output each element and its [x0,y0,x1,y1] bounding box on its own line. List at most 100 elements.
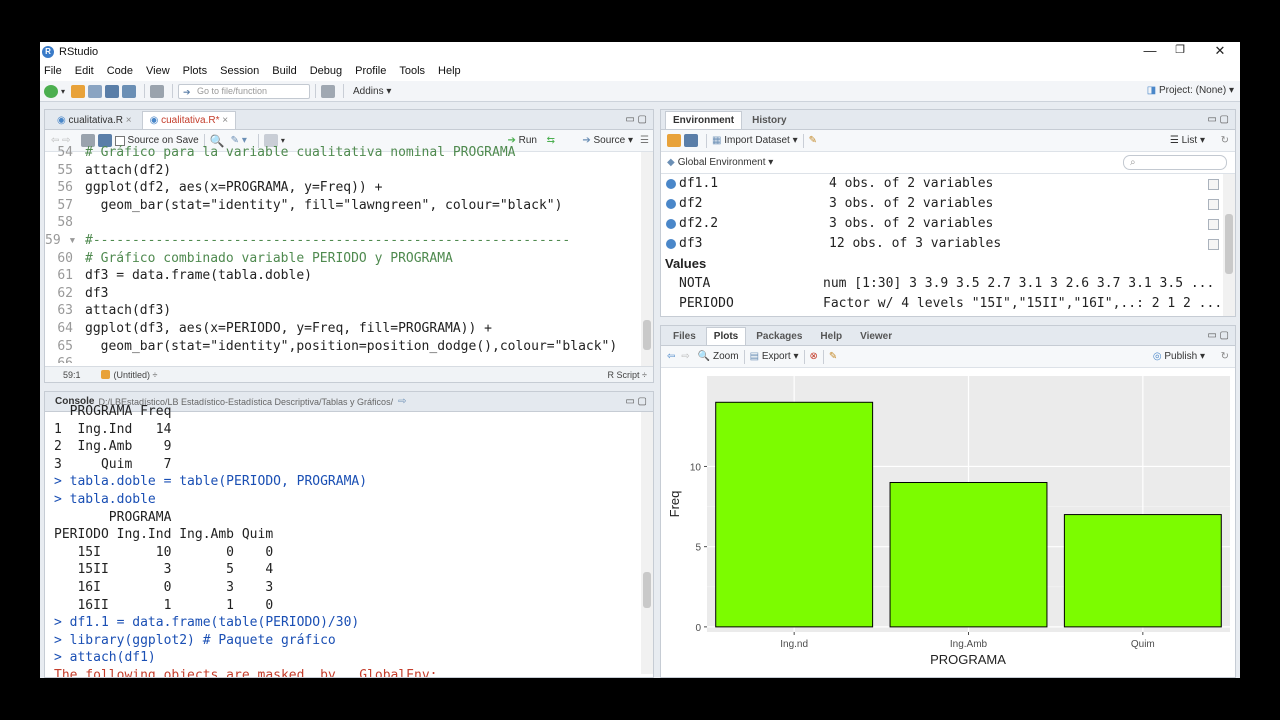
previous-plot-icon[interactable]: ⇦ [667,351,675,362]
menu-profile[interactable]: Profile [355,65,386,77]
export-button[interactable]: ▤ Export ▾ [750,351,799,362]
code-line: 56 ggplot(df2, aes(x=PROGRAMA, y=Freq)) + [45,179,653,197]
console-line: 16II 1 1 0 [54,597,274,613]
environment-search-input[interactable]: ⌕ [1123,155,1227,170]
menu-edit[interactable]: Edit [75,65,94,77]
editor-minmax-icon[interactable]: ▭ ▢ [625,114,647,125]
expand-icon[interactable] [666,179,676,189]
menu-tools[interactable]: Tools [399,65,425,77]
code-line: 62 df3 [45,285,653,303]
close-button[interactable]: ✕ [1200,42,1240,59]
new-project-icon[interactable] [71,84,86,98]
env-data-row[interactable]: df3 12 obs. of 3 variables [661,234,1235,254]
menu-session[interactable]: Session [220,65,259,77]
line-number: 61 [57,268,73,284]
plots-minmax-icon[interactable]: ▭ ▢ [1207,330,1229,341]
global-env-selector[interactable]: Global Environment ▾ [678,157,774,168]
menu-code[interactable]: Code [107,65,133,77]
scope-selector[interactable]: (Untitled) ÷ [114,370,158,380]
broom-icon[interactable]: ✎ [829,351,837,362]
zoom-button[interactable]: 🔍 Zoom [698,351,739,362]
restore-button[interactable]: ❐ [1160,42,1200,59]
console-line: > attach(df1) [54,650,156,666]
env-data-row[interactable]: df1.1 4 obs. of 2 variables [661,174,1235,194]
view-mode-selector[interactable]: ☰ List ▾ [1170,135,1205,146]
r-file-icon: ◉ [149,115,159,126]
r-file-icon: ◉ [57,115,66,126]
remove-plot-icon[interactable]: ⊗ [810,351,818,362]
tab-close-icon[interactable]: × [126,115,132,126]
tab-plots[interactable]: Plots [705,327,747,345]
menu-debug[interactable]: Debug [310,65,342,77]
publish-button[interactable]: ◎ Publish ▾ [1153,351,1205,362]
load-workspace-icon[interactable] [667,134,681,147]
tab-packages[interactable]: Packages [748,327,810,345]
env-data-row[interactable]: df2 3 obs. of 2 variables [661,194,1235,214]
env-value-row[interactable]: PERIODO Factor w/ 4 levels "15I","15II","… [661,294,1235,314]
environment-scroll-thumb[interactable] [1225,214,1233,274]
broom-icon[interactable]: ✎ [809,135,817,146]
code-line: 65 geom_bar(stat="identity",position=pos… [45,338,653,356]
goto-file-input[interactable]: ➔ Go to file/function [178,83,311,99]
new-file-icon[interactable] [44,84,58,98]
menu-view[interactable]: View [146,65,170,77]
import-dataset-button[interactable]: ▦ Import Dataset ▾ [712,135,798,146]
print-icon[interactable] [150,84,165,98]
refresh-icon[interactable]: ↻ [1221,351,1229,362]
tab-files[interactable]: Files [665,327,704,345]
code-text: geom_bar(stat="identity",position=positi… [85,338,618,354]
console-scroll-thumb[interactable] [643,572,651,608]
editor-scroll-thumb[interactable] [643,320,651,350]
console-line: PROGRAMA Freq [54,404,172,419]
code-editor[interactable]: 54 # Gráfico para la variable cualitativa… [45,144,653,363]
environment-scrollbar[interactable] [1223,174,1235,316]
open-file-icon[interactable] [88,84,103,98]
menu-plots[interactable]: Plots [183,65,207,77]
environment-list: df1.1 4 obs. of 2 variables df2 3 obs. of … [661,174,1235,314]
menu-build[interactable]: Build [272,65,296,77]
tab-cualitativa-saved[interactable]: ◉ cualitativa.R × [49,111,140,129]
tab-close-icon[interactable]: × [222,115,228,126]
tab-label: cualitativa.R [68,115,123,126]
tab-help[interactable]: Help [812,327,850,345]
environment-minmax-icon[interactable]: ▭ ▢ [1207,114,1229,125]
console-output[interactable]: PROGRAMA Freq 1 Ing.Ind 14 2 Ing.Amb 9 3… [45,403,653,677]
view-data-icon[interactable] [1208,199,1219,210]
console-scrollbar[interactable] [641,412,653,674]
tab-viewer[interactable]: Viewer [852,327,900,345]
editor-scrollbar[interactable] [641,152,653,366]
expand-icon[interactable] [666,199,676,209]
console-pane: Console D:/LBEstadístico/LB Estadístico-… [44,391,654,678]
line-number: 62 [57,285,73,301]
view-data-icon[interactable] [1208,219,1219,230]
line-number: 54 [57,145,73,160]
expand-icon[interactable] [666,219,676,229]
env-data-row[interactable]: df2.2 3 obs. of 2 variables [661,214,1235,234]
view-data-icon[interactable] [1208,239,1219,250]
env-value-row[interactable]: NOTA num [1:30] 3 3.9 3.5 2.7 3.1 3 2.6 3… [661,274,1235,294]
menu-help[interactable]: Help [438,65,461,77]
save-icon[interactable] [105,84,120,98]
table-icon: ▦ [712,135,722,146]
expand-icon[interactable] [666,239,676,249]
code-line: 59 ▾ #-----------------------------------… [45,232,653,250]
toolbar-divider [343,84,345,98]
menu-file[interactable]: File [44,65,62,77]
refresh-icon[interactable]: ↻ [1221,135,1229,146]
editor-statusbar: 59:1 (Untitled) ÷ R Script ÷ [45,366,653,382]
addins-menu[interactable]: Addins ▾ [353,86,391,97]
cursor-position: 59:1 [63,369,81,380]
code-line: 64 ggplot(df3, aes(x=PERIODO, y=Freq, fil… [45,320,653,338]
line-number: 56 [57,180,73,196]
file-type-selector[interactable]: R Script ÷ [608,370,647,380]
next-plot-icon[interactable]: ⇨ [681,351,689,362]
workspace-panes-icon[interactable] [321,84,336,98]
project-menu[interactable]: ◨ Project: (None) ▾ [1147,85,1234,96]
new-file-dropdown-icon[interactable]: ▾ [61,87,65,96]
tab-cualitativa-modified[interactable]: ◉ cualitativa.R* × [141,111,237,129]
save-workspace-icon[interactable] [684,134,698,147]
view-data-icon[interactable] [1208,179,1219,190]
tab-history[interactable]: History [744,111,794,129]
tab-environment[interactable]: Environment [665,111,743,129]
save-all-icon[interactable] [122,84,137,98]
